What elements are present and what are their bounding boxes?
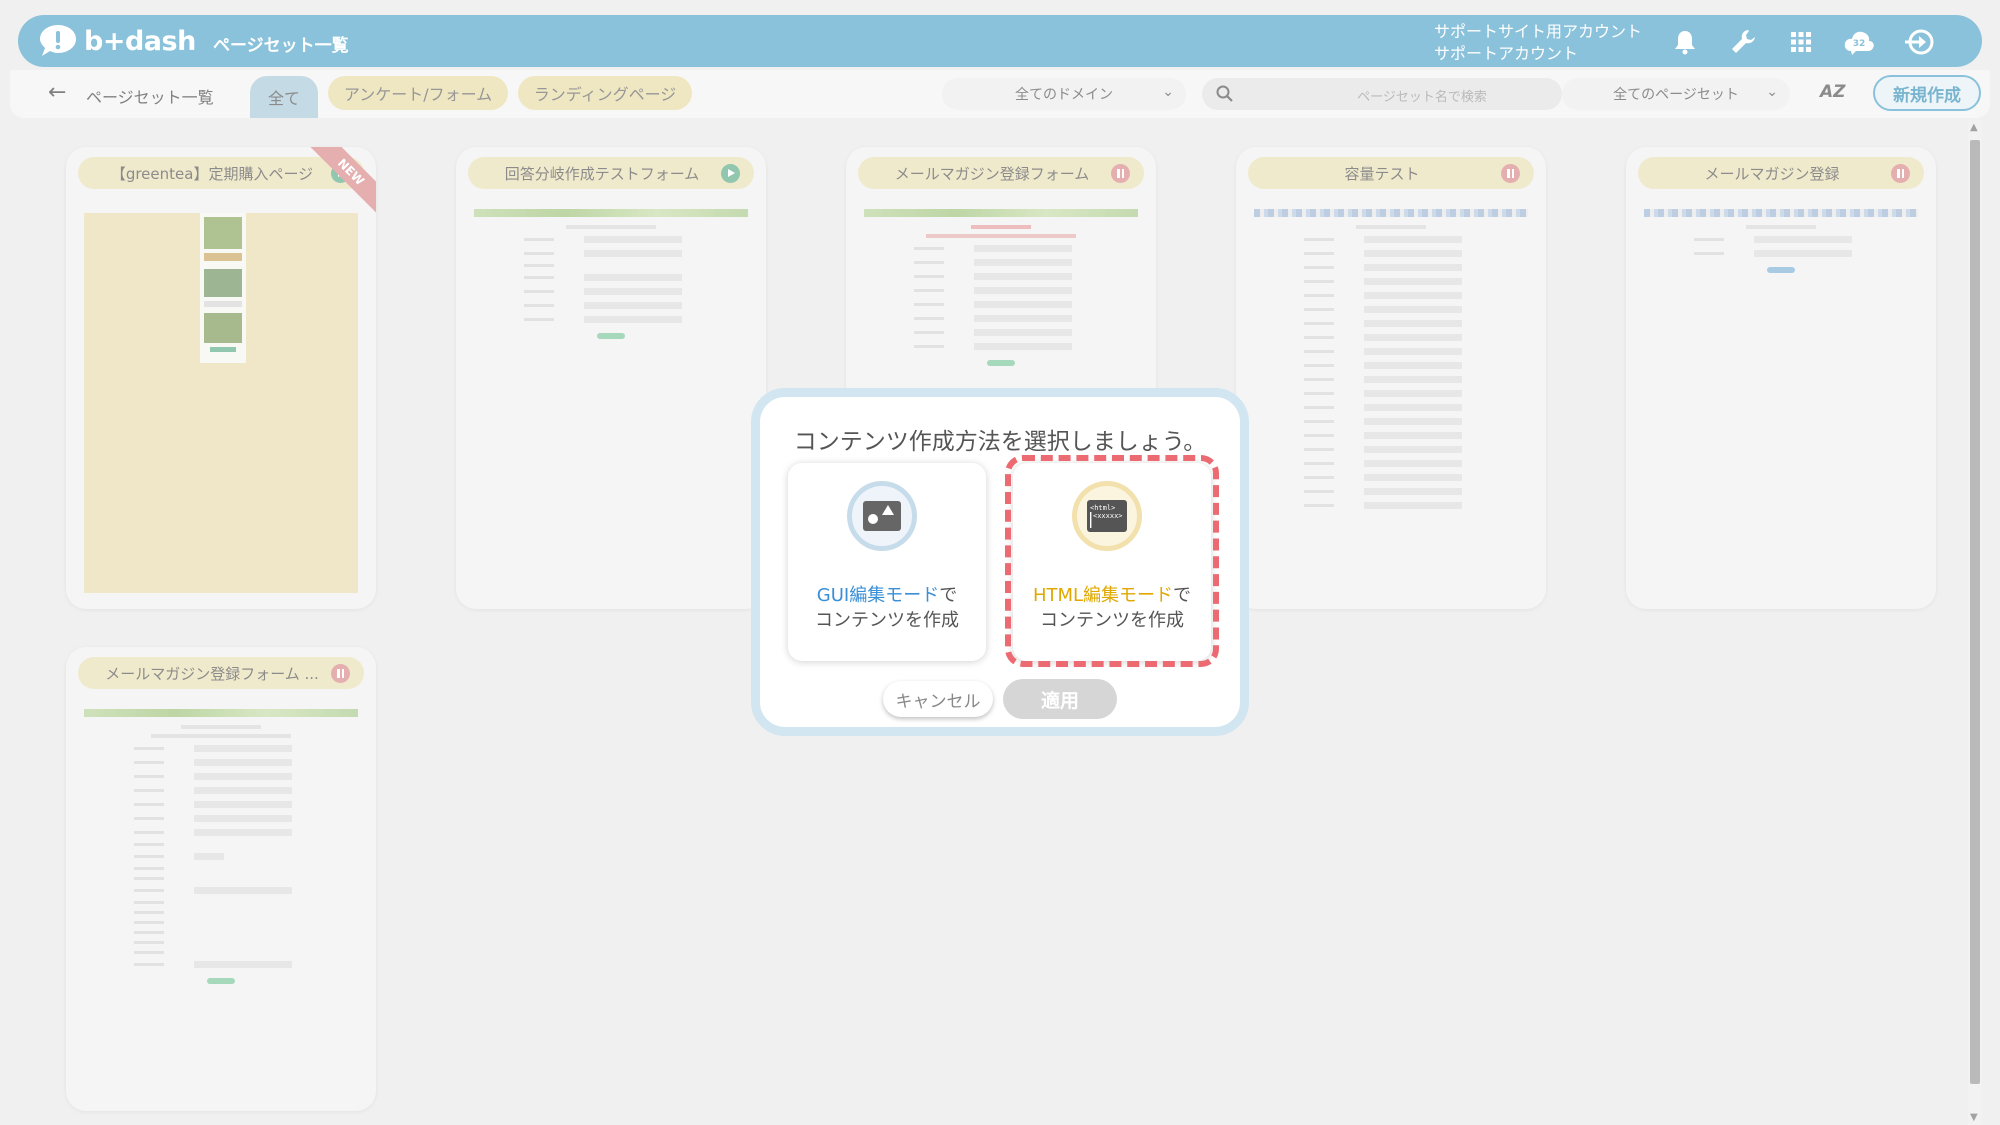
gui-mode-suffix: で: [939, 585, 958, 606]
gui-mode-highlight: GUI編集モード: [816, 585, 940, 606]
cancel-button[interactable]: キャンセル: [883, 681, 993, 717]
html-option-highlight-border: [1005, 455, 1219, 667]
dialog-title: コンテンツ作成方法を選択しましょう。: [793, 429, 1207, 455]
content-mode-dialog: コンテンツ作成方法を選択しましょう。 GUI編集モードで コンテンツを作成 <h…: [751, 388, 1249, 736]
gui-mode-label: GUI編集モードで コンテンツを作成: [788, 583, 986, 633]
gui-shapes-icon: [863, 501, 901, 531]
gui-mode-line2: コンテンツを作成: [815, 610, 959, 631]
gui-mode-icon-circle: [847, 481, 917, 551]
gui-mode-option[interactable]: GUI編集モードで コンテンツを作成: [788, 463, 986, 661]
apply-button[interactable]: 適用: [1003, 679, 1117, 719]
